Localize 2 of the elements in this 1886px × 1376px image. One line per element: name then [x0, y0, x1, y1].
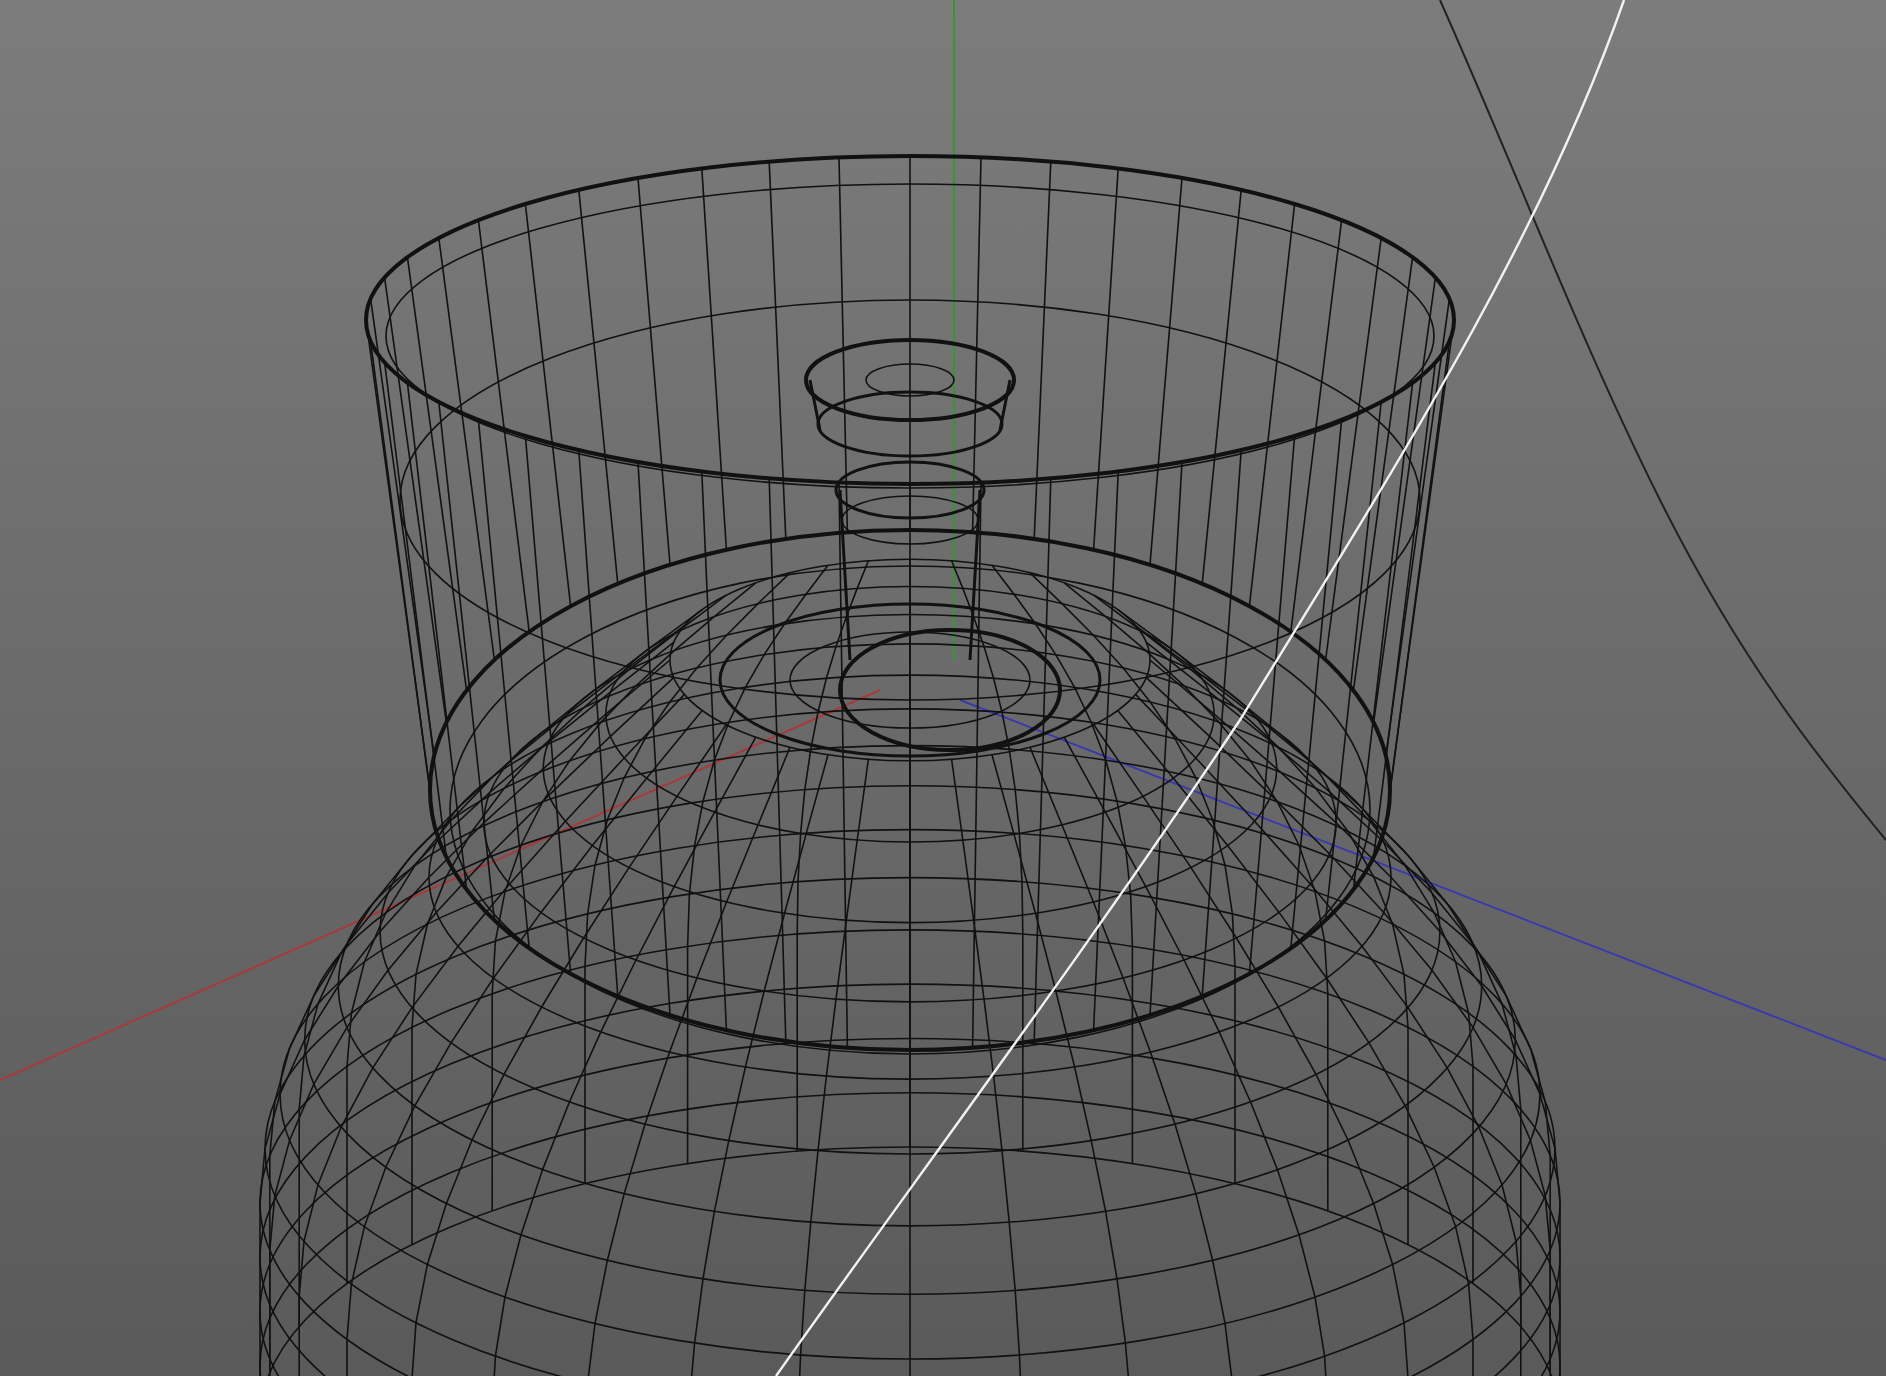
- 3d-viewport[interactable]: [0, 0, 1886, 1376]
- gas-cylinder-wireframe-drawing[interactable]: [259, 154, 1561, 1376]
